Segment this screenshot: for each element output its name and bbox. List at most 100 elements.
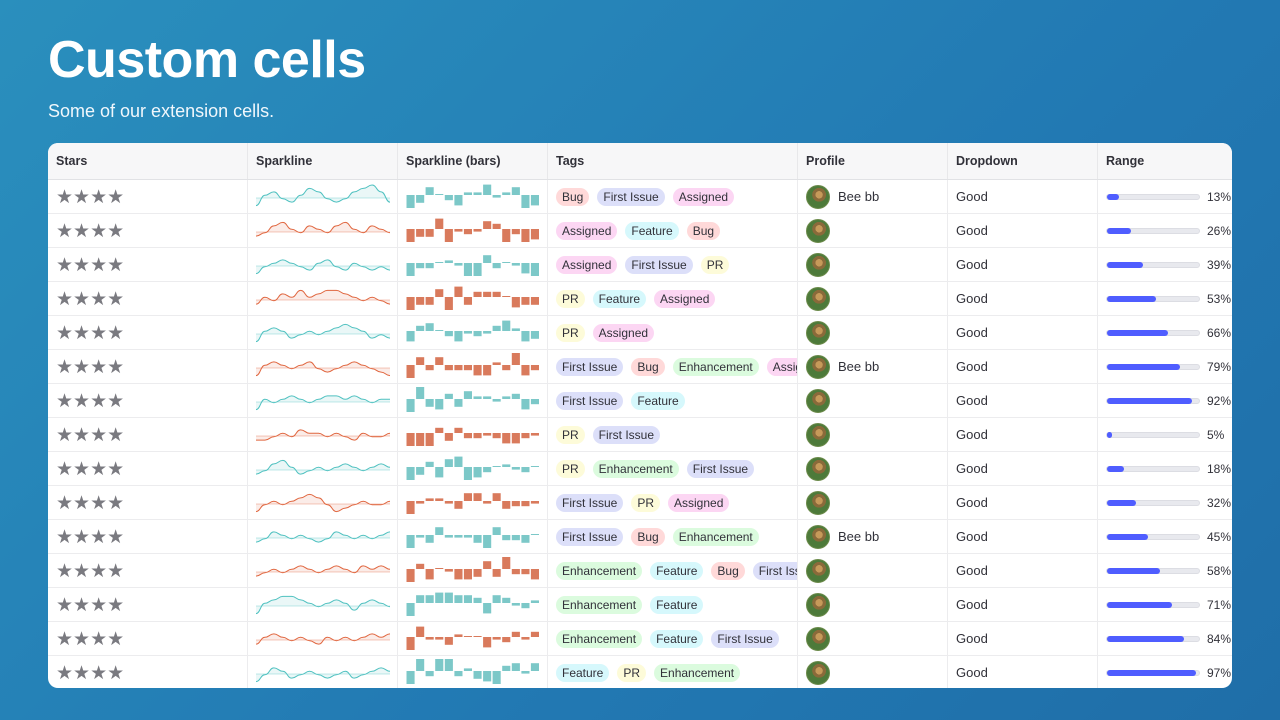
profile-cell[interactable]: Bee bb bbox=[798, 350, 948, 383]
stars-cell[interactable]: ★★★★ bbox=[48, 554, 248, 587]
stars-cell[interactable]: ★★★★ bbox=[48, 418, 248, 451]
header-range[interactable]: Range bbox=[1098, 143, 1232, 179]
tags-cell[interactable]: Feature PR Enhancement bbox=[548, 656, 798, 688]
range-slider[interactable] bbox=[1106, 669, 1200, 676]
stars-rating[interactable]: ★★★★ bbox=[56, 288, 124, 310]
tags-cell[interactable]: PR Feature Assigned bbox=[548, 282, 798, 315]
tag-pill[interactable]: Feature bbox=[592, 289, 647, 308]
stars-cell[interactable]: ★★★★ bbox=[48, 486, 248, 519]
tag-pill[interactable]: Enhancement bbox=[672, 357, 759, 376]
tags-cell[interactable]: First Issue PR Assigned bbox=[548, 486, 798, 519]
profile-cell[interactable] bbox=[798, 384, 948, 417]
profile-cell[interactable] bbox=[798, 486, 948, 519]
range-cell[interactable]: 45% bbox=[1098, 520, 1232, 553]
stars-rating[interactable]: ★★★★ bbox=[56, 254, 124, 276]
range-cell[interactable]: 5% bbox=[1098, 418, 1232, 451]
tag-pill[interactable]: PR bbox=[700, 255, 730, 274]
dropdown-cell[interactable]: Good bbox=[948, 282, 1098, 315]
tag-pill[interactable]: Assigned bbox=[672, 187, 735, 206]
stars-cell[interactable]: ★★★★ bbox=[48, 248, 248, 281]
stars-cell[interactable]: ★★★★ bbox=[48, 350, 248, 383]
dropdown-cell[interactable]: Good bbox=[948, 452, 1098, 485]
header-sparkline-bars[interactable]: Sparkline (bars) bbox=[398, 143, 548, 179]
range-slider[interactable] bbox=[1106, 635, 1200, 642]
stars-rating[interactable]: ★★★★ bbox=[56, 356, 124, 378]
table-row[interactable]: ★★★★ First Issue Bug Enhancement Bee bb Good 4… bbox=[48, 520, 1232, 554]
tag-pill[interactable]: PR bbox=[556, 425, 585, 444]
tags-cell[interactable]: PR Assigned bbox=[548, 316, 798, 349]
stars-rating[interactable]: ★★★★ bbox=[56, 220, 124, 242]
dropdown-cell[interactable]: Good bbox=[948, 520, 1098, 553]
tag-pill[interactable]: Bug bbox=[711, 561, 745, 580]
tag-pill[interactable]: Enhancement bbox=[592, 459, 679, 478]
stars-cell[interactable]: ★★★★ bbox=[48, 588, 248, 621]
header-sparkline[interactable]: Sparkline bbox=[248, 143, 398, 179]
table-row[interactable]: ★★★★ First Issue Bug Enhancement Assigned Bee… bbox=[48, 350, 1232, 384]
stars-cell[interactable]: ★★★★ bbox=[48, 384, 248, 417]
header-dropdown[interactable]: Dropdown bbox=[948, 143, 1098, 179]
tag-pill[interactable]: First Issue bbox=[556, 357, 624, 376]
dropdown-cell[interactable]: Good bbox=[948, 554, 1098, 587]
tags-cell[interactable]: First Issue Feature bbox=[548, 384, 798, 417]
stars-cell[interactable]: ★★★★ bbox=[48, 282, 248, 315]
profile-cell[interactable] bbox=[798, 554, 948, 587]
range-cell[interactable]: 13% bbox=[1098, 180, 1232, 213]
range-cell[interactable]: 39% bbox=[1098, 248, 1232, 281]
tags-cell[interactable]: PR Enhancement First Issue bbox=[548, 452, 798, 485]
tag-pill[interactable]: PR bbox=[617, 663, 647, 682]
tags-cell[interactable]: PR First Issue bbox=[548, 418, 798, 451]
tag-pill[interactable]: First Issue bbox=[711, 629, 779, 648]
tag-pill[interactable]: Bug bbox=[686, 221, 721, 240]
tags-cell[interactable]: First Issue Bug Enhancement bbox=[548, 520, 798, 553]
tag-pill[interactable]: PR bbox=[556, 459, 585, 478]
tags-cell[interactable]: Enhancement Feature Bug First Issue bbox=[548, 554, 798, 587]
dropdown-cell[interactable]: Good bbox=[948, 588, 1098, 621]
dropdown-cell[interactable]: Good bbox=[948, 486, 1098, 519]
tags-cell[interactable]: Assigned First Issue PR bbox=[548, 248, 798, 281]
range-cell[interactable]: 71% bbox=[1098, 588, 1232, 621]
range-slider[interactable] bbox=[1106, 329, 1200, 336]
stars-rating[interactable]: ★★★★ bbox=[56, 186, 124, 208]
stars-cell[interactable]: ★★★★ bbox=[48, 622, 248, 655]
tag-pill[interactable]: Assigned bbox=[592, 323, 655, 342]
range-cell[interactable]: 58% bbox=[1098, 554, 1232, 587]
profile-cell[interactable] bbox=[798, 656, 948, 688]
table-row[interactable]: ★★★★ Enhancement Feature First Issue Good 84% bbox=[48, 622, 1232, 656]
stars-cell[interactable]: ★★★★ bbox=[48, 180, 248, 213]
tag-pill[interactable]: Enhancement bbox=[556, 561, 643, 580]
tags-cell[interactable]: Assigned Feature Bug bbox=[548, 214, 798, 247]
table-row[interactable]: ★★★★ Bug First Issue Assigned Bee bb Good 13% bbox=[48, 180, 1232, 214]
tags-cell[interactable]: First Issue Bug Enhancement Assigned bbox=[548, 350, 798, 383]
dropdown-cell[interactable]: Good bbox=[948, 180, 1098, 213]
tag-pill[interactable]: First Issue bbox=[556, 493, 624, 512]
tag-pill[interactable]: PR bbox=[631, 493, 661, 512]
range-cell[interactable]: 53% bbox=[1098, 282, 1232, 315]
tag-pill[interactable]: Enhancement bbox=[556, 629, 643, 648]
stars-rating[interactable]: ★★★★ bbox=[56, 594, 124, 616]
table-row[interactable]: ★★★★ PR Assigned Good 66% bbox=[48, 316, 1232, 350]
stars-rating[interactable]: ★★★★ bbox=[56, 492, 124, 514]
tag-pill[interactable]: Feature bbox=[556, 663, 610, 682]
header-profile[interactable]: Profile bbox=[798, 143, 948, 179]
tag-pill[interactable]: Enhancement bbox=[556, 595, 643, 614]
tag-pill[interactable]: First Issue bbox=[752, 561, 797, 580]
tag-pill[interactable]: Assigned bbox=[654, 289, 716, 308]
dropdown-cell[interactable]: Good bbox=[948, 350, 1098, 383]
tag-pill[interactable]: Feature bbox=[650, 629, 704, 648]
tag-pill[interactable]: Assigned bbox=[766, 357, 797, 376]
range-slider[interactable] bbox=[1106, 601, 1200, 608]
data-grid[interactable]: Stars Sparkline Sparkline (bars) Tags Pr… bbox=[48, 143, 1232, 688]
stars-cell[interactable]: ★★★★ bbox=[48, 452, 248, 485]
tag-pill[interactable]: Assigned bbox=[668, 493, 730, 512]
table-row[interactable]: ★★★★ Enhancement Feature Bug First Issue Good… bbox=[48, 554, 1232, 588]
tags-cell[interactable]: Bug First Issue Assigned bbox=[548, 180, 798, 213]
range-slider[interactable] bbox=[1106, 193, 1200, 200]
range-slider[interactable] bbox=[1106, 261, 1200, 268]
range-cell[interactable]: 84% bbox=[1098, 622, 1232, 655]
stars-cell[interactable]: ★★★★ bbox=[48, 316, 248, 349]
tags-cell[interactable]: Enhancement Feature First Issue bbox=[548, 622, 798, 655]
tag-pill[interactable]: Assigned bbox=[556, 255, 618, 274]
tag-pill[interactable]: First Issue bbox=[556, 391, 624, 410]
tag-pill[interactable]: First Issue bbox=[625, 255, 693, 274]
range-cell[interactable]: 97% bbox=[1098, 656, 1232, 688]
